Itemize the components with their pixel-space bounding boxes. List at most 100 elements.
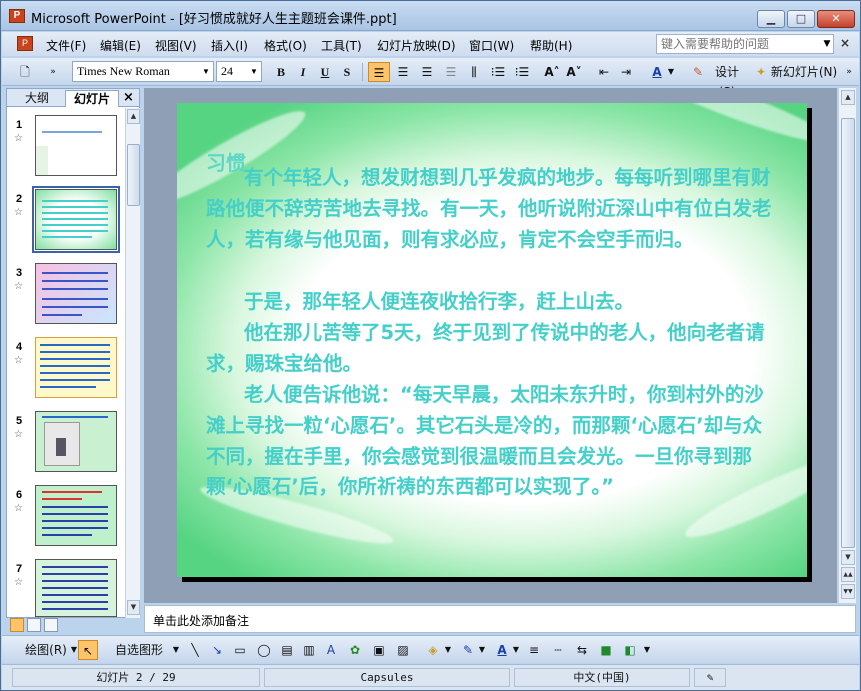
diagram-icon[interactable]: ✿ [346,640,364,660]
menu-window[interactable]: 窗口(W) [469,37,514,54]
oval-tool-icon[interactable]: ◯ [254,640,274,660]
italic-button[interactable]: I [294,62,312,82]
autoshapes-button[interactable]: 自选图形(U) [106,640,172,677]
chevron-down-icon[interactable]: ▼ [444,640,452,660]
menu-tools[interactable]: 工具(T) [321,37,362,54]
vertical-textbox-icon[interactable]: ▥ [300,640,318,660]
maximize-button[interactable]: □ [787,10,815,28]
scrollbar-thumb[interactable] [127,144,140,206]
font-color-icon[interactable]: A [646,62,668,82]
menu-help[interactable]: 帮助(H) [530,37,572,54]
new-document-icon[interactable]: 🗋 [16,62,34,82]
slide-thumbnail-5[interactable]: 5 ☆ [7,411,125,477]
shadow-style-icon[interactable]: ■ [596,640,616,660]
document-menu-icon[interactable]: P [17,36,33,51]
3d-style-icon[interactable]: ◧ [620,640,640,660]
chevron-down-icon[interactable]: ▼ [666,62,676,82]
draw-menu-button[interactable]: 绘图(R) [18,640,74,660]
tab-slides[interactable]: 幻灯片 [65,90,119,107]
tab-outline[interactable]: 大纲 [11,90,63,107]
scrollbar-thumb[interactable] [841,118,855,548]
increase-font-icon[interactable]: A˄ [542,62,562,82]
distributed-icon[interactable]: ⫼ [464,62,484,82]
bold-button[interactable]: B [272,62,290,82]
slide-paragraph-2[interactable]: 于是，那年轻人便连夜收拾行李，赶上山去。 [206,287,774,318]
draw-font-color-icon[interactable]: A [492,640,512,660]
close-pane-button[interactable]: × [123,90,134,105]
scroll-down-icon[interactable]: ▼ [127,600,140,615]
slide-thumbnail-3[interactable]: 3 ☆ [7,263,125,329]
line-tool-icon[interactable]: ╲ [186,640,204,660]
wordart-icon[interactable]: A [322,640,340,660]
decrease-indent-icon[interactable]: ⇤ [594,62,614,82]
slide-thumbnail-4[interactable]: 4 ☆ [7,337,125,403]
decrease-font-icon[interactable]: A˅ [564,62,584,82]
scroll-up-icon[interactable]: ▲ [841,90,855,105]
chevron-down-icon[interactable]: ▼ [478,640,486,660]
menu-slideshow[interactable]: 幻灯片放映(D) [377,37,456,54]
menu-file[interactable]: 文件(F) [46,37,86,54]
help-dropdown-icon[interactable]: ▼ [820,34,834,54]
normal-view-icon[interactable] [10,618,24,632]
toolbar-options-icon[interactable]: » [48,62,58,82]
font-size-select[interactable]: 24 ▼ [216,61,262,82]
toolbar-overflow-icon[interactable]: » [844,62,854,82]
menu-insert[interactable]: 插入(I) [211,37,248,54]
dash-style-icon[interactable]: ┄ [548,640,568,660]
slide-thumbnail-6[interactable]: 6 ☆ [7,485,125,551]
select-pointer-icon[interactable]: ↖ [78,640,98,660]
menu-view[interactable]: 视图(V) [155,37,197,54]
clipart-icon[interactable]: ▣ [370,640,388,660]
textbox-tool-icon[interactable]: ▤ [278,640,296,660]
line-style-icon[interactable]: ≡ [524,640,544,660]
slide-sorter-view-icon[interactable] [27,618,41,632]
notes-pane[interactable]: 单击此处添加备注 [144,605,856,633]
document-close-button[interactable]: × [840,36,850,50]
chevron-down-icon[interactable]: ▼ [172,640,180,660]
slideshow-view-icon[interactable] [44,618,58,632]
slide-paragraph-1[interactable]: 有个年轻人，想发财想到几乎发疯的地步。每每听到哪里有财路他便不辞劳苦地去寻找。有… [206,163,774,255]
scroll-up-icon[interactable]: ▲ [127,109,140,124]
align-left-icon[interactable]: ☰ [368,62,390,82]
close-window-button[interactable]: ✕ [817,10,855,28]
chevron-down-icon[interactable]: ▼ [70,640,78,660]
slide-thumbnail-7[interactable]: 7 ☆ [7,559,125,625]
design-button[interactable]: 设计(S) [707,62,747,99]
slide-paragraph-4[interactable]: 老人便告诉他说：“每天早晨，太阳未东升时，你到村外的沙滩上寻找一粒‘心愿石’。其… [206,380,774,503]
align-center-icon[interactable]: ☰ [392,62,414,82]
slides-pane-scrollbar[interactable]: ▲ ▼ [125,108,140,618]
menu-format[interactable]: 格式(O) [264,37,307,54]
justify-icon[interactable]: ☰ [440,62,462,82]
next-slide-icon[interactable]: ▼▼ [841,584,855,599]
numbering-icon[interactable]: ⁝☰ [488,62,508,82]
slide-scrollbar[interactable]: ▲ ▼ ▲▲ ▼▼ [838,88,856,603]
arrow-tool-icon[interactable]: ↘ [208,640,226,660]
new-slide-button[interactable]: 新幻灯片(N) [769,62,839,82]
previous-slide-icon[interactable]: ▲▲ [841,567,855,582]
bullets-icon[interactable]: ⁝☰ [512,62,532,82]
chevron-down-icon[interactable]: ▼ [512,640,520,660]
shadow-button[interactable]: S [338,62,356,82]
slide-paragraph-3[interactable]: 他在那儿苦等了5天，终于见到了传说中的老人，他向老者请求，赐珠宝给他。 [206,318,774,380]
fill-color-icon[interactable]: ◈ [422,640,444,660]
scroll-down-icon[interactable]: ▼ [841,550,855,565]
design-icon[interactable]: ✎ [690,62,706,82]
help-search-input[interactable] [656,34,834,54]
picture-icon[interactable]: ▨ [394,640,412,660]
slide-thumbnail-1[interactable]: 1 ☆ [7,115,125,181]
line-color-icon[interactable]: ✎ [458,640,478,660]
align-right-icon[interactable]: ☰ [416,62,438,82]
menu-edit[interactable]: 编辑(E) [100,37,141,54]
minimize-button[interactable]: ▁ [757,10,785,28]
arrow-style-icon[interactable]: ⇆ [572,640,592,660]
toolbar-overflow-icon[interactable]: ▼ [642,640,652,660]
current-slide[interactable]: 习惯 有个年轻人，想发财想到几乎发疯的地步。每每听到哪里有财路他便不辞劳苦地去寻… [177,103,807,577]
underline-button[interactable]: U [316,62,334,82]
font-name-select[interactable]: Times New Roman ▼ [72,61,214,82]
rectangle-tool-icon[interactable]: ▭ [230,640,250,660]
spellcheck-icon[interactable]: ✎ [694,668,726,687]
powerpoint-app-icon[interactable]: P [9,9,25,23]
increase-indent-icon[interactable]: ⇥ [616,62,636,82]
slide-thumbnail-2[interactable]: 2 ☆ [7,186,125,255]
new-slide-icon[interactable]: ✦ [754,62,768,82]
